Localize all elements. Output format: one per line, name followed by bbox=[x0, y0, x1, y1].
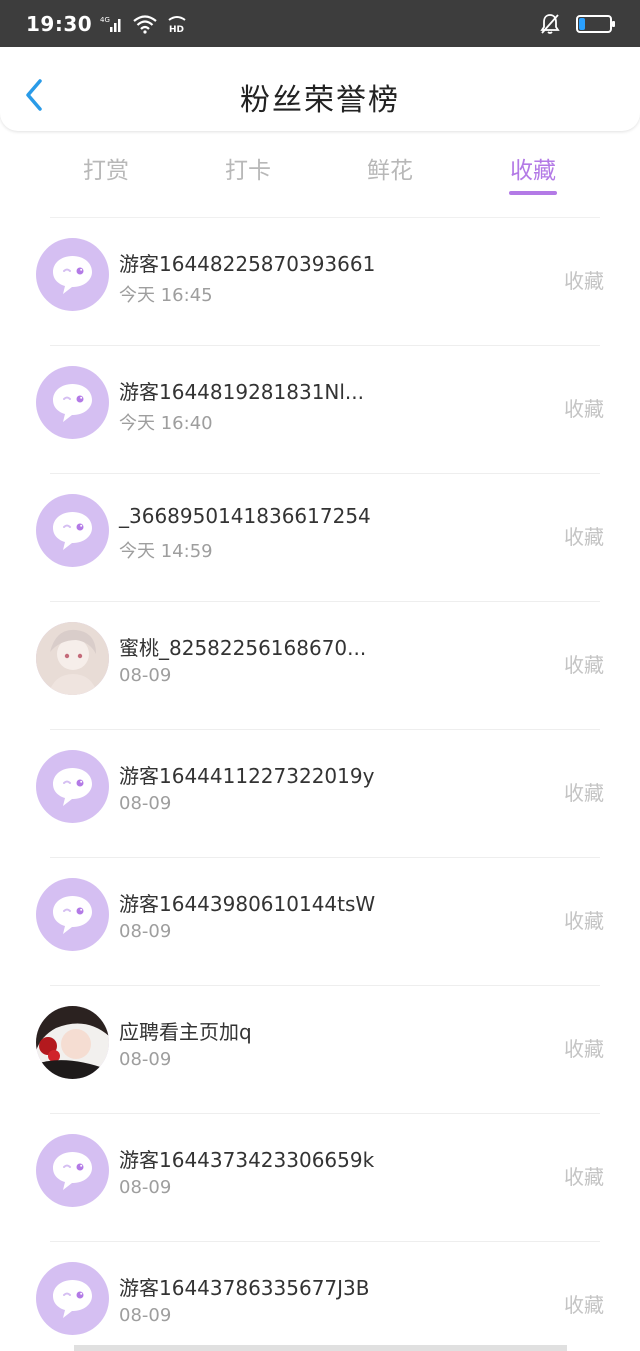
chat-bubble-icon bbox=[53, 1152, 92, 1190]
timestamp: 08-09 bbox=[119, 1305, 172, 1326]
user-name: 游客16448225870393661 bbox=[119, 252, 376, 276]
avatar[interactable] bbox=[36, 750, 109, 823]
timestamp: 08-09 bbox=[119, 665, 172, 686]
list-item[interactable]: 游客1644373423306659k 08-09 收藏 bbox=[0, 1114, 640, 1242]
chat-bubble-icon bbox=[53, 512, 92, 550]
status-right bbox=[540, 13, 615, 35]
tab-favorites[interactable]: 收藏 bbox=[485, 151, 581, 195]
status-bar: 19:30 4G HD bbox=[0, 0, 640, 47]
favorite-label: 收藏 bbox=[564, 1293, 604, 1317]
chat-bubble-icon bbox=[53, 384, 92, 422]
header: 粉丝荣誉榜 bbox=[0, 47, 640, 131]
page-title: 粉丝荣誉榜 bbox=[240, 83, 400, 118]
list-item[interactable]: 游客16448225870393661 今天 16:45 收藏 bbox=[0, 218, 640, 346]
wifi-icon bbox=[133, 14, 157, 34]
favorite-label: 收藏 bbox=[564, 909, 604, 933]
favorite-label: 收藏 bbox=[564, 269, 604, 293]
user-name: 应聘看主页加q bbox=[119, 1020, 252, 1044]
fan-list: 游客16448225870393661 今天 16:45 收藏 游客164481928… bbox=[0, 218, 640, 1351]
user-name: 游客1644819281831Nl... bbox=[119, 380, 365, 404]
avatar[interactable] bbox=[36, 238, 109, 311]
avatar[interactable] bbox=[36, 1134, 109, 1207]
user-photo bbox=[36, 622, 109, 695]
user-photo bbox=[36, 1006, 109, 1079]
tab-flowers[interactable]: 鲜花 bbox=[342, 151, 438, 185]
hd-call-icon: HD bbox=[168, 15, 186, 34]
tab-reward[interactable]: 打赏 bbox=[58, 151, 154, 185]
chat-bubble-icon bbox=[53, 256, 92, 294]
tab-checkin[interactable]: 打卡 bbox=[200, 151, 296, 185]
list-item[interactable]: 游客1644819281831Nl... 今天 16:40 收藏 bbox=[0, 346, 640, 474]
avatar[interactable] bbox=[36, 1262, 109, 1335]
timestamp: 08-09 bbox=[119, 1049, 172, 1070]
avatar[interactable] bbox=[36, 878, 109, 951]
favorite-label: 收藏 bbox=[564, 1037, 604, 1061]
tab-label: 收藏 bbox=[510, 158, 556, 184]
hd-label: HD bbox=[169, 25, 184, 34]
user-name: 游客16443786335677J3B bbox=[119, 1276, 370, 1300]
user-name: 游客1644373423306659k bbox=[119, 1148, 375, 1172]
chat-bubble-icon bbox=[53, 896, 92, 934]
tab-label: 打卡 bbox=[225, 158, 271, 184]
tab-label: 打赏 bbox=[83, 158, 129, 184]
tab-bar: 打赏 打卡 鲜花 收藏 bbox=[0, 131, 640, 201]
favorite-label: 收藏 bbox=[564, 653, 604, 677]
signal-icon: 4G bbox=[100, 16, 121, 32]
user-name: 游客16443980610144tsW bbox=[119, 892, 376, 916]
network-type-label: 4G bbox=[100, 16, 110, 24]
list-item[interactable]: 游客16443786335677J3B 08-09 收藏 bbox=[0, 1242, 640, 1351]
favorite-label: 收藏 bbox=[564, 397, 604, 421]
timestamp: 08-09 bbox=[119, 1177, 172, 1198]
favorite-label: 收藏 bbox=[564, 525, 604, 549]
list-item[interactable]: 游客16443980610144tsW 08-09 收藏 bbox=[0, 858, 640, 986]
status-left: 19:30 4G HD bbox=[26, 12, 188, 36]
tab-label: 鲜花 bbox=[367, 158, 413, 184]
avatar[interactable] bbox=[36, 1006, 109, 1079]
user-name: 游客1644411227322019y bbox=[119, 764, 375, 788]
avatar[interactable] bbox=[36, 494, 109, 567]
list-item[interactable]: 应聘看主页加q 08-09 收藏 bbox=[0, 986, 640, 1114]
list-item[interactable]: 游客1644411227322019y 08-09 收藏 bbox=[0, 730, 640, 858]
favorite-label: 收藏 bbox=[564, 781, 604, 805]
bottom-scroll-indicator bbox=[74, 1345, 567, 1351]
user-name: _3668950141836617254 bbox=[119, 504, 371, 528]
battery-icon bbox=[576, 14, 615, 33]
list-item[interactable]: 蜜桃_82582256168670... 08-09 收藏 bbox=[0, 602, 640, 730]
tab-underline bbox=[509, 191, 557, 195]
timestamp: 今天 16:45 bbox=[119, 285, 213, 306]
timestamp: 08-09 bbox=[119, 921, 172, 942]
favorite-label: 收藏 bbox=[564, 1165, 604, 1189]
avatar[interactable] bbox=[36, 366, 109, 439]
timestamp: 08-09 bbox=[119, 793, 172, 814]
battery-level bbox=[579, 17, 586, 30]
list-item[interactable]: _3668950141836617254 今天 14:59 收藏 bbox=[0, 474, 640, 602]
status-time: 19:30 bbox=[26, 11, 93, 36]
avatar[interactable] bbox=[36, 622, 109, 695]
mute-bell-icon bbox=[540, 13, 560, 34]
chat-bubble-icon bbox=[53, 768, 92, 806]
chat-bubble-icon bbox=[53, 1280, 92, 1318]
timestamp: 今天 14:59 bbox=[119, 541, 213, 562]
timestamp: 今天 16:40 bbox=[119, 413, 213, 434]
user-name: 蜜桃_82582256168670... bbox=[119, 636, 367, 660]
